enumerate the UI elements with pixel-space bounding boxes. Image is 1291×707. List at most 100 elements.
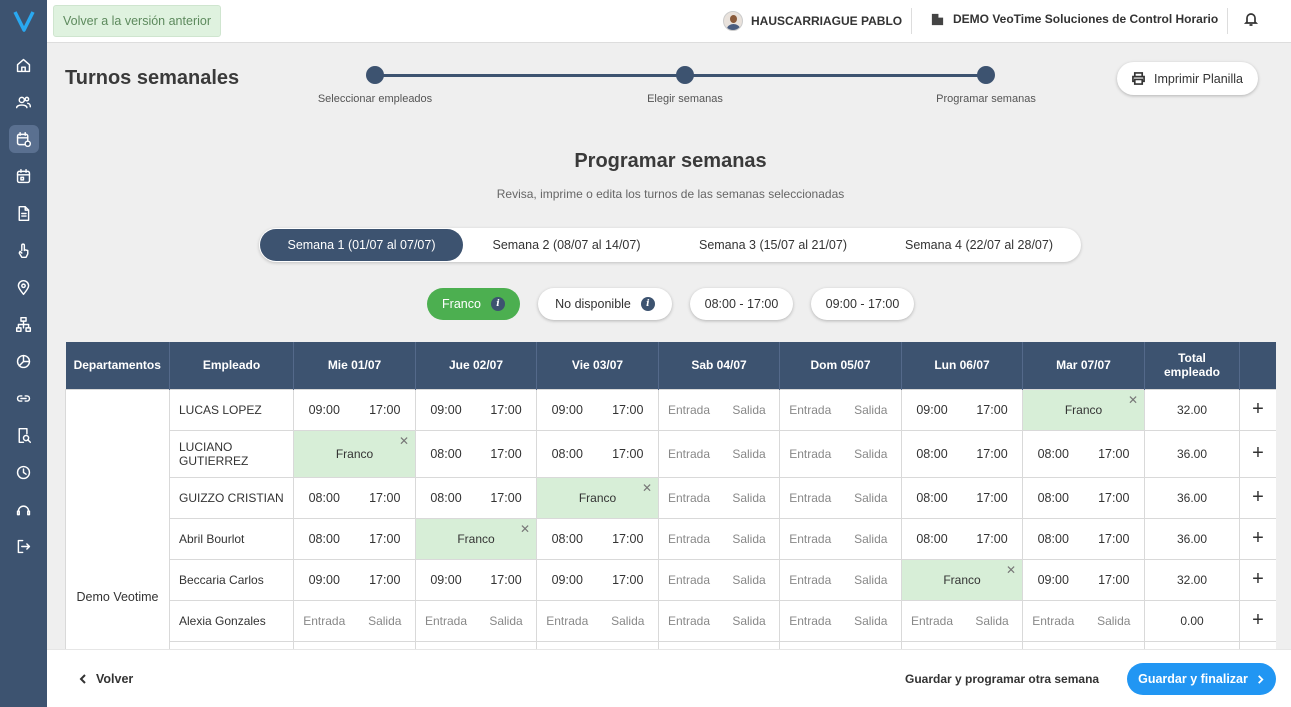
shift-cell[interactable]: 08:00 17:00 — [415, 476, 537, 519]
entry-placeholder[interactable]: Entrada — [659, 532, 719, 546]
entry-placeholder[interactable]: Entrada — [780, 447, 841, 461]
shift-cell[interactable]: 08:00 17:00 — [901, 429, 1023, 478]
entry-time[interactable]: 09:00 — [1023, 573, 1084, 587]
exit-time[interactable]: 17:00 — [1084, 532, 1145, 546]
exit-placeholder[interactable]: Salida — [841, 614, 902, 628]
exit-placeholder[interactable]: Salida — [719, 532, 779, 546]
entry-placeholder[interactable]: Entrada — [780, 614, 841, 628]
entry-time[interactable]: 09:00 — [294, 403, 355, 417]
entry-time[interactable]: 08:00 — [416, 447, 476, 461]
shift-cell[interactable]: 09:00 17:00 — [415, 388, 537, 431]
exit-placeholder[interactable]: Salida — [841, 491, 902, 505]
shift-cell[interactable]: Entrada Salida — [536, 599, 659, 642]
exit-placeholder[interactable]: Salida — [355, 614, 416, 628]
tab-week-2[interactable]: Semana 2 (08/07 al 14/07) — [465, 228, 668, 262]
shift-cell[interactable]: 08:00 17:00 — [536, 517, 659, 560]
tab-week-3[interactable]: Semana 3 (15/07 al 21/07) — [669, 228, 877, 262]
shift-cell[interactable]: 08:00 17:00 — [293, 517, 416, 560]
entry-placeholder[interactable]: Entrada — [659, 491, 719, 505]
shift-cell[interactable]: 09:00 17:00 — [901, 388, 1023, 431]
exit-placeholder[interactable]: Salida — [962, 614, 1022, 628]
plus-icon[interactable]: + — [1239, 558, 1276, 601]
history-icon[interactable] — [9, 458, 39, 486]
exit-time[interactable]: 17:00 — [598, 447, 659, 461]
franco-chip[interactable]: Franco i — [427, 288, 520, 320]
calendar-clock-icon[interactable] — [8, 125, 39, 153]
shift-cell[interactable]: Entrada Salida — [901, 599, 1023, 642]
shift-cell[interactable]: Entrada Salida — [779, 517, 902, 560]
previous-version-button[interactable]: Volver a la versión anterior — [53, 5, 221, 37]
entry-time[interactable]: 09:00 — [537, 573, 598, 587]
shift-chip-0800[interactable]: 08:00 - 17:00 — [690, 288, 793, 320]
exit-time[interactable]: 17:00 — [355, 403, 416, 417]
exit-placeholder[interactable]: Salida — [719, 491, 779, 505]
exit-placeholder[interactable]: Salida — [719, 403, 779, 417]
close-icon[interactable]: ✕ — [642, 481, 652, 495]
shift-cell[interactable]: Entrada Salida — [293, 599, 416, 642]
shift-cell[interactable]: 08:00 17:00 — [293, 476, 416, 519]
shift-cell[interactable]: Entrada Salida — [415, 599, 537, 642]
entry-time[interactable]: 08:00 — [902, 447, 962, 461]
close-icon[interactable]: ✕ — [399, 434, 409, 448]
entry-time[interactable]: 09:00 — [902, 403, 962, 417]
logout-icon[interactable] — [9, 532, 39, 560]
plus-icon[interactable]: + — [1239, 388, 1276, 431]
close-icon[interactable]: ✕ — [1128, 393, 1138, 407]
exit-time[interactable]: 17:00 — [476, 491, 536, 505]
shift-cell[interactable]: 08:00 17:00 — [1022, 476, 1145, 519]
shift-cell[interactable]: 09:00 17:00 — [415, 558, 537, 601]
entry-time[interactable]: 09:00 — [537, 403, 598, 417]
franco-cell[interactable]: Franco ✕ — [293, 429, 416, 478]
franco-cell[interactable]: Franco ✕ — [415, 517, 537, 560]
touch-icon[interactable] — [9, 236, 39, 264]
exit-time[interactable]: 17:00 — [476, 447, 536, 461]
shift-cell[interactable]: 08:00 17:00 — [1022, 429, 1145, 478]
exit-time[interactable]: 17:00 — [598, 573, 659, 587]
info-icon[interactable]: i — [490, 297, 505, 311]
entry-placeholder[interactable]: Entrada — [294, 614, 355, 628]
support-icon[interactable] — [9, 495, 39, 523]
shift-cell[interactable]: 08:00 17:00 — [536, 429, 659, 478]
shift-cell[interactable]: 08:00 17:00 — [1022, 517, 1145, 560]
plus-icon[interactable]: + — [1239, 476, 1276, 519]
company-selector[interactable]: DEMO VeoTime Soluciones de Control Horar… — [930, 11, 1218, 26]
entry-placeholder[interactable]: Entrada — [659, 403, 719, 417]
entry-placeholder[interactable]: Entrada — [1023, 614, 1084, 628]
shift-cell[interactable]: Entrada Salida — [658, 517, 780, 560]
location-icon[interactable] — [9, 273, 39, 301]
step-1-dot[interactable] — [366, 66, 384, 84]
save-and-finish-button[interactable]: Guardar y finalizar — [1127, 663, 1276, 695]
shift-cell[interactable]: 08:00 17:00 — [901, 476, 1023, 519]
exit-placeholder[interactable]: Salida — [719, 447, 779, 461]
save-and-schedule-other-button[interactable]: Guardar y programar otra semana — [905, 672, 1099, 686]
shift-cell[interactable]: Entrada Salida — [779, 388, 902, 431]
shift-cell[interactable]: 09:00 17:00 — [293, 388, 416, 431]
exit-time[interactable]: 17:00 — [598, 532, 659, 546]
close-icon[interactable]: ✕ — [1006, 563, 1016, 577]
print-button[interactable]: Imprimir Planilla — [1117, 62, 1258, 95]
entry-placeholder[interactable]: Entrada — [780, 573, 841, 587]
shift-cell[interactable]: Entrada Salida — [779, 558, 902, 601]
exit-placeholder[interactable]: Salida — [841, 532, 902, 546]
veotime-logo[interactable] — [0, 0, 47, 42]
plus-icon[interactable]: + — [1239, 517, 1276, 560]
exit-placeholder[interactable]: Salida — [719, 614, 779, 628]
shift-cell[interactable]: 09:00 17:00 — [293, 558, 416, 601]
link-icon[interactable] — [9, 384, 39, 412]
document-icon[interactable] — [9, 199, 39, 227]
shift-cell[interactable]: Entrada Salida — [658, 476, 780, 519]
entry-time[interactable]: 09:00 — [294, 573, 355, 587]
entry-time[interactable]: 08:00 — [294, 532, 355, 546]
franco-cell[interactable]: Franco ✕ — [901, 558, 1023, 601]
exit-time[interactable]: 17:00 — [355, 491, 416, 505]
shift-cell[interactable]: Entrada Salida — [658, 388, 780, 431]
shift-cell[interactable]: Entrada Salida — [658, 429, 780, 478]
entry-time[interactable]: 08:00 — [416, 491, 476, 505]
entry-placeholder[interactable]: Entrada — [780, 532, 841, 546]
exit-time[interactable]: 17:00 — [962, 403, 1022, 417]
entry-placeholder[interactable]: Entrada — [902, 614, 962, 628]
entry-time[interactable]: 08:00 — [537, 447, 598, 461]
pie-chart-icon[interactable] — [9, 347, 39, 375]
exit-placeholder[interactable]: Salida — [841, 573, 902, 587]
entry-placeholder[interactable]: Entrada — [537, 614, 598, 628]
